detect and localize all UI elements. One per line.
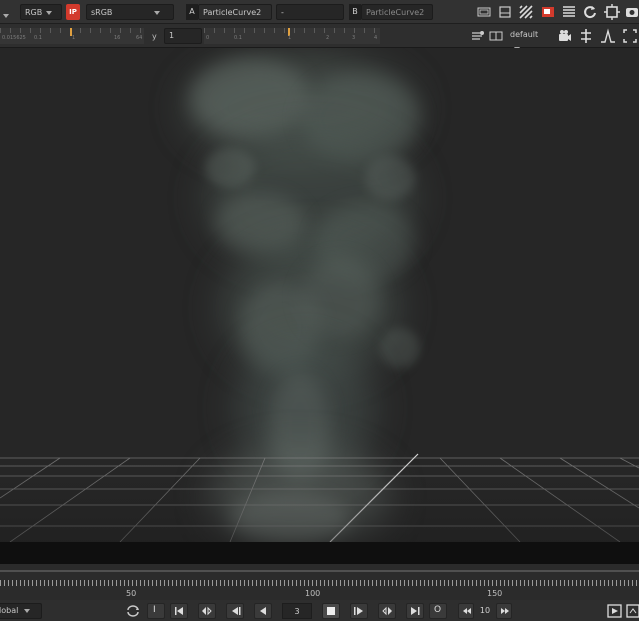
compositing-value: - — [281, 8, 284, 17]
play-backward-icon — [260, 607, 266, 615]
compositing-dropdown[interactable]: - — [276, 4, 344, 20]
curve-icon[interactable] — [600, 28, 616, 44]
input-b-dropdown[interactable]: ParticleCurve2 — [361, 4, 433, 31]
viewer-letterbox — [0, 542, 639, 564]
frame-range-value: lobal — [0, 606, 19, 615]
stop-button[interactable] — [322, 603, 340, 619]
safe-area-icon[interactable] — [497, 4, 513, 20]
gamma-tick: 0.1 — [234, 35, 242, 41]
fit-icon[interactable] — [622, 28, 638, 44]
gamma-tick: 1 — [288, 35, 292, 41]
next-increment-button[interactable] — [350, 603, 368, 619]
step-back-icon — [232, 607, 241, 615]
gain-value-label: 0.015625 — [2, 35, 26, 41]
viewer-canvas[interactable] — [0, 48, 639, 542]
step-forward-icon — [354, 607, 363, 615]
timeline-label: 150 — [487, 589, 503, 598]
gamma-value: 1 — [169, 31, 175, 40]
play-backward-button[interactable] — [254, 603, 272, 619]
prev-keyframe-icon — [202, 606, 212, 616]
last-frame-button[interactable] — [406, 603, 424, 619]
gain-gamma-bar: 0.015625 0.1 1 16 64 y 1 0 0.1 1 2 3 4 d… — [0, 24, 639, 51]
skip-forward-button[interactable] — [496, 603, 512, 619]
align-icon[interactable] — [578, 28, 594, 44]
frame-range-dropdown[interactable]: lobal — [0, 603, 42, 619]
prev-keyframe-button[interactable] — [198, 603, 216, 619]
rewind-icon — [463, 608, 471, 614]
gamma-slider[interactable]: 0 0.1 1 2 3 4 — [204, 28, 380, 44]
ip-label: IP — [69, 8, 77, 16]
gamma-label: y — [152, 32, 157, 41]
render-icon[interactable] — [626, 603, 639, 619]
input-a-tag: A — [186, 4, 198, 20]
wipe-icon[interactable] — [470, 28, 486, 44]
stop-icon — [327, 607, 335, 615]
camera-icon[interactable] — [557, 28, 573, 44]
refresh-icon[interactable] — [582, 4, 598, 20]
input-a-value: ParticleCurve2 — [203, 8, 262, 17]
list-icon[interactable] — [561, 4, 577, 20]
timeline-ruler[interactable] — [0, 580, 639, 586]
capture-icon[interactable] — [624, 4, 639, 20]
colorspace-value: sRGB — [91, 8, 113, 17]
timeline-label: 50 — [126, 589, 137, 598]
gamma-tick: 2 — [326, 35, 330, 41]
viewer-mode-value: default — [510, 30, 539, 39]
input-a-dropdown[interactable]: ParticleCurve2 — [198, 4, 272, 31]
gamma-field[interactable]: 1 — [164, 28, 202, 44]
channel-sidebyside-icon[interactable] — [488, 28, 504, 44]
flipbook-icon[interactable] — [607, 603, 623, 619]
next-keyframe-icon — [382, 606, 392, 616]
viewer-render — [0, 53, 639, 542]
gamma-tick: 3 — [352, 35, 356, 41]
skip-increment-field[interactable]: 10 — [475, 603, 495, 619]
roi-icon[interactable] — [476, 4, 492, 20]
gain-tick: 16 — [114, 35, 121, 41]
loop-mode-icon[interactable] — [125, 603, 141, 619]
menu-caret-icon[interactable] — [3, 8, 9, 24]
transport-bar: lobal I 3 O 10 — [0, 600, 639, 621]
out-point-button[interactable]: O — [429, 603, 447, 619]
timeline-scrub-track[interactable] — [0, 570, 639, 572]
channels-value: RGB — [25, 8, 43, 17]
overlay-active-icon[interactable] — [540, 4, 556, 20]
gain-slider[interactable]: 0.015625 0.1 1 16 64 — [0, 28, 144, 44]
gamma-tick: 0 — [206, 35, 210, 41]
current-frame-field[interactable]: 3 — [282, 603, 312, 619]
channels-dropdown[interactable]: RGB — [20, 4, 62, 20]
fast-forward-icon — [501, 608, 509, 614]
input-process-toggle[interactable]: IP — [66, 4, 80, 20]
timeline[interactable]: 50 100 150 — [0, 564, 639, 600]
viewer-toolbar: RGB IP sRGB A ParticleCurve2 - B Particl… — [0, 0, 639, 31]
in-point-label: I — [153, 605, 156, 615]
in-point-button[interactable]: I — [147, 603, 165, 619]
colorspace-dropdown[interactable]: sRGB — [86, 4, 174, 20]
input-b-value: ParticleCurve2 — [366, 8, 425, 17]
next-keyframe-button[interactable] — [378, 603, 396, 619]
zebra-icon[interactable] — [518, 4, 534, 20]
skip-back-button[interactable] — [458, 603, 474, 619]
gamma-tick: 4 — [374, 35, 378, 41]
input-b-tag: B — [349, 4, 361, 20]
viewer-mode-dropdown[interactable]: default — [506, 28, 552, 51]
timeline-label: 100 — [305, 589, 321, 598]
first-frame-button[interactable] — [170, 603, 188, 619]
out-point-label: O — [434, 605, 442, 615]
gain-tick: 0.1 — [34, 35, 42, 41]
gain-tick: 64 — [136, 35, 143, 41]
skip-end-icon — [411, 607, 420, 615]
skip-start-icon — [175, 607, 183, 615]
gain-tick: 1 — [72, 35, 76, 41]
prev-increment-button[interactable] — [226, 603, 244, 619]
fullframe-icon[interactable] — [604, 4, 620, 20]
